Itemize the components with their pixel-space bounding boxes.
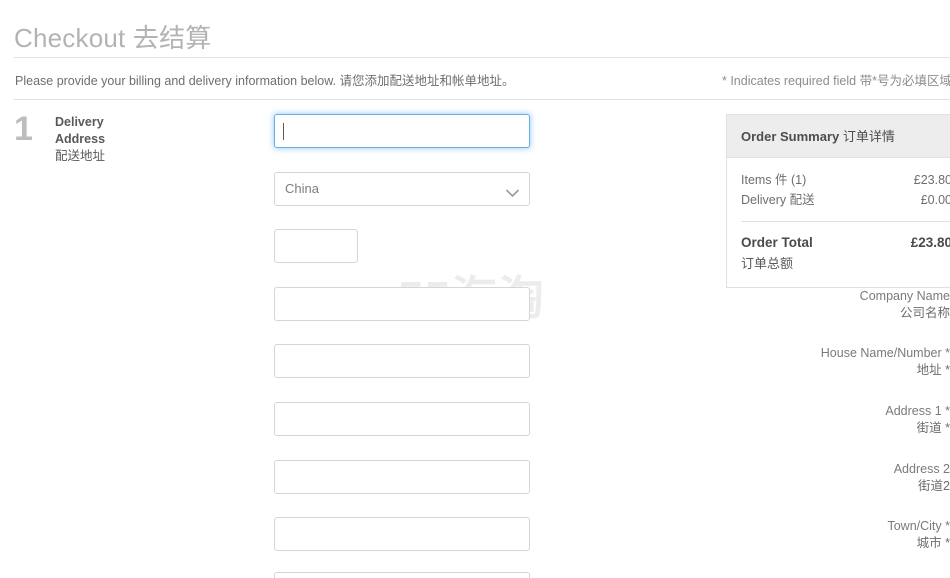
step-number: 1 [14, 110, 33, 148]
order-summary-row: Delivery 配送 £0.00 [741, 190, 950, 210]
country-select-value: China [285, 181, 319, 196]
order-summary-heading-zh: 订单详情 [842, 129, 895, 144]
field-label: House Name/Number * 地址 * [688, 345, 950, 379]
text-caret [283, 123, 284, 140]
order-summary-heading-en: Order Summary [741, 129, 840, 144]
order-total-row: Order Total £23.80 [741, 233, 950, 253]
order-summary-divider [741, 221, 950, 222]
required-field-note: * Indicates required field 带*号为必填区域 [722, 74, 950, 88]
field-label: Address 2 街道2 [688, 461, 950, 495]
step-title-en: Delivery Address [55, 115, 106, 146]
order-summary-heading: Order Summary 订单详情 [727, 115, 950, 158]
field-label-zh: 公司名称 [899, 306, 950, 320]
checkout-page: Checkout 去结算 Please provide your billing… [0, 0, 950, 578]
order-summary-row-label: Items 件 (1) [741, 173, 807, 187]
field-label-en: Company Name [859, 289, 950, 303]
header-divider-top [14, 57, 950, 58]
field-label-en: Address 2 [893, 462, 950, 476]
field-label-zh: 地址 * [916, 363, 950, 377]
order-summary-row: Items 件 (1) £23.80 [741, 170, 950, 190]
text-input[interactable] [274, 460, 530, 494]
field-label-en: Address 1 * [885, 404, 950, 418]
field-label-zh: 街道2 [918, 479, 950, 493]
order-summary-panel: Order Summary 订单详情 Items 件 (1) £23.80 Deli… [726, 114, 950, 288]
field-label-en: House Name/Number * [820, 346, 950, 360]
text-input[interactable] [274, 344, 530, 378]
chevron-down-icon [506, 185, 519, 203]
order-summary-row-label: Delivery 配送 [741, 193, 815, 207]
field-label: Address 1 * 街道 * [688, 403, 950, 437]
order-total-amount: £23.80 [910, 235, 950, 250]
text-input[interactable] [274, 287, 530, 321]
field-label: Company Name 公司名称 [688, 288, 950, 322]
field-label-zh: 城市 * [916, 536, 950, 550]
intro-text: Please provide your billing and delivery… [15, 74, 515, 88]
text-input[interactable] [274, 402, 530, 436]
text-input[interactable] [274, 572, 530, 578]
header-divider-bottom [14, 99, 950, 100]
order-summary-row-amount: £0.00 [920, 193, 950, 207]
order-total-label: Order Total [741, 235, 813, 250]
order-summary-body: Items 件 (1) £23.80 Delivery 配送 £0.00 Order … [727, 158, 950, 287]
field-label-zh: 街道 * [916, 421, 950, 435]
text-input[interactable] [274, 229, 358, 263]
step-title-zh: 配送地址 [55, 149, 106, 163]
step-title: Delivery Address 配送地址 [55, 114, 145, 165]
page-title: Checkout 去结算 [14, 23, 212, 53]
country-select[interactable]: China [274, 172, 530, 206]
text-input[interactable] [274, 114, 530, 148]
field-label-en: Town/City * [887, 519, 950, 533]
text-input[interactable] [274, 517, 530, 551]
field-label: Town/City * 城市 * [688, 518, 950, 552]
order-total-label-zh: 订单总额 [741, 256, 794, 271]
order-summary-row-amount: £23.80 [913, 173, 950, 187]
